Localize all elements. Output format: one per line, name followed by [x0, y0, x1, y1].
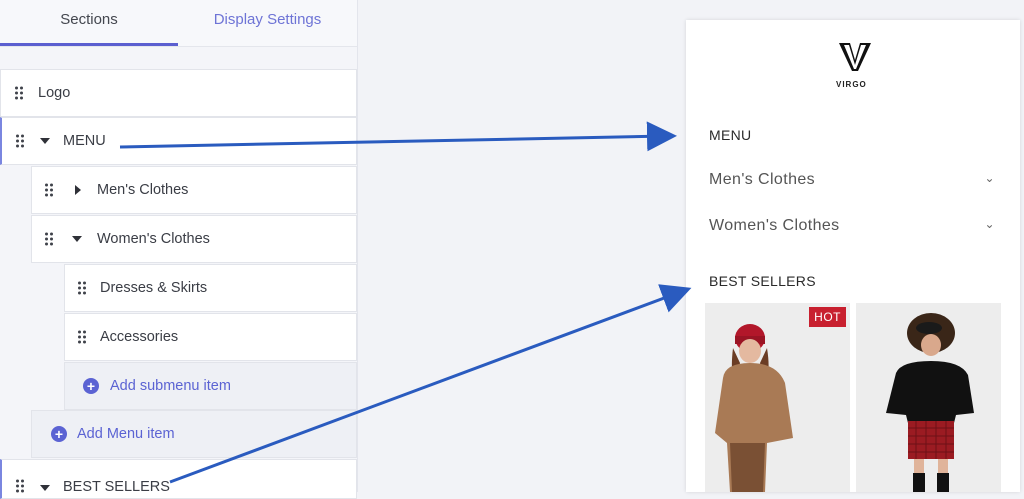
- product-image: [705, 303, 850, 492]
- tree-item-best-sellers[interactable]: BEST SELLERS: [0, 459, 357, 499]
- drag-handle-icon[interactable]: [78, 281, 86, 295]
- hot-badge: HOT: [809, 307, 846, 327]
- product-image: [856, 303, 1001, 492]
- preview-menu-item-mens[interactable]: Men's Clothes ⌄: [709, 171, 999, 189]
- drag-handle-icon[interactable]: [45, 232, 53, 246]
- preview-menu-item-womens[interactable]: Women's Clothes ⌄: [709, 217, 999, 235]
- preview-menu-item-label: Men's Clothes: [709, 171, 816, 188]
- preview-menu-heading: MENU: [709, 127, 752, 143]
- mobile-preview: VIRGO MENU Men's Clothes ⌄ Women's Cloth…: [686, 20, 1020, 492]
- tab-sections[interactable]: Sections: [0, 0, 178, 46]
- virgo-logo-icon: [839, 43, 871, 71]
- plus-circle-icon: +: [51, 426, 67, 442]
- tree-item-label: Dresses & Skirts: [100, 280, 208, 296]
- tab-display-settings[interactable]: Display Settings: [178, 0, 357, 46]
- tab-bar: Sections Display Settings: [0, 0, 357, 47]
- chevron-down-icon[interactable]: ⌄: [985, 171, 995, 185]
- expand-caret-icon[interactable]: [75, 185, 81, 195]
- tree-item-menu[interactable]: MENU: [0, 117, 357, 165]
- preview-best-sellers-heading: BEST SELLERS: [709, 273, 816, 289]
- brand-name: VIRGO: [836, 80, 867, 89]
- sections-panel: Sections Display Settings Logo MENU Men'…: [0, 0, 358, 499]
- tree-item-womens-clothes[interactable]: Women's Clothes: [31, 215, 357, 263]
- tree-item-label: Men's Clothes: [97, 182, 189, 198]
- product-card[interactable]: [856, 303, 1001, 492]
- add-menu-label: Add Menu item: [77, 426, 175, 442]
- tree-item-logo[interactable]: Logo: [0, 69, 357, 117]
- preview-menu-item-label: Women's Clothes: [709, 217, 840, 234]
- collapse-caret-icon[interactable]: [40, 485, 50, 491]
- drag-handle-icon[interactable]: [78, 330, 86, 344]
- collapse-caret-icon[interactable]: [40, 138, 50, 144]
- tree-item-label: BEST SELLERS: [63, 479, 170, 495]
- add-submenu-item-button[interactable]: + Add submenu item: [64, 362, 357, 410]
- chevron-down-icon[interactable]: ⌄: [985, 217, 995, 231]
- tree-item-dresses-skirts[interactable]: Dresses & Skirts: [64, 264, 357, 312]
- tab-divider: [0, 46, 357, 47]
- add-submenu-label: Add submenu item: [110, 378, 231, 394]
- drag-handle-icon[interactable]: [45, 183, 53, 197]
- drag-handle-icon[interactable]: [16, 479, 24, 493]
- tree-item-accessories[interactable]: Accessories: [64, 313, 357, 361]
- drag-handle-icon[interactable]: [15, 86, 23, 100]
- tree-item-label: Logo: [38, 85, 71, 101]
- tree-item-mens-clothes[interactable]: Men's Clothes: [31, 166, 357, 214]
- drag-handle-icon[interactable]: [16, 134, 24, 148]
- product-card[interactable]: HOT: [705, 303, 850, 492]
- collapse-caret-icon[interactable]: [72, 236, 82, 242]
- plus-circle-icon: +: [83, 378, 99, 394]
- tree-item-label: MENU: [63, 133, 106, 149]
- add-menu-item-button[interactable]: + Add Menu item: [31, 410, 357, 458]
- tree-item-label: Women's Clothes: [97, 231, 210, 247]
- tree-item-label: Accessories: [100, 329, 179, 345]
